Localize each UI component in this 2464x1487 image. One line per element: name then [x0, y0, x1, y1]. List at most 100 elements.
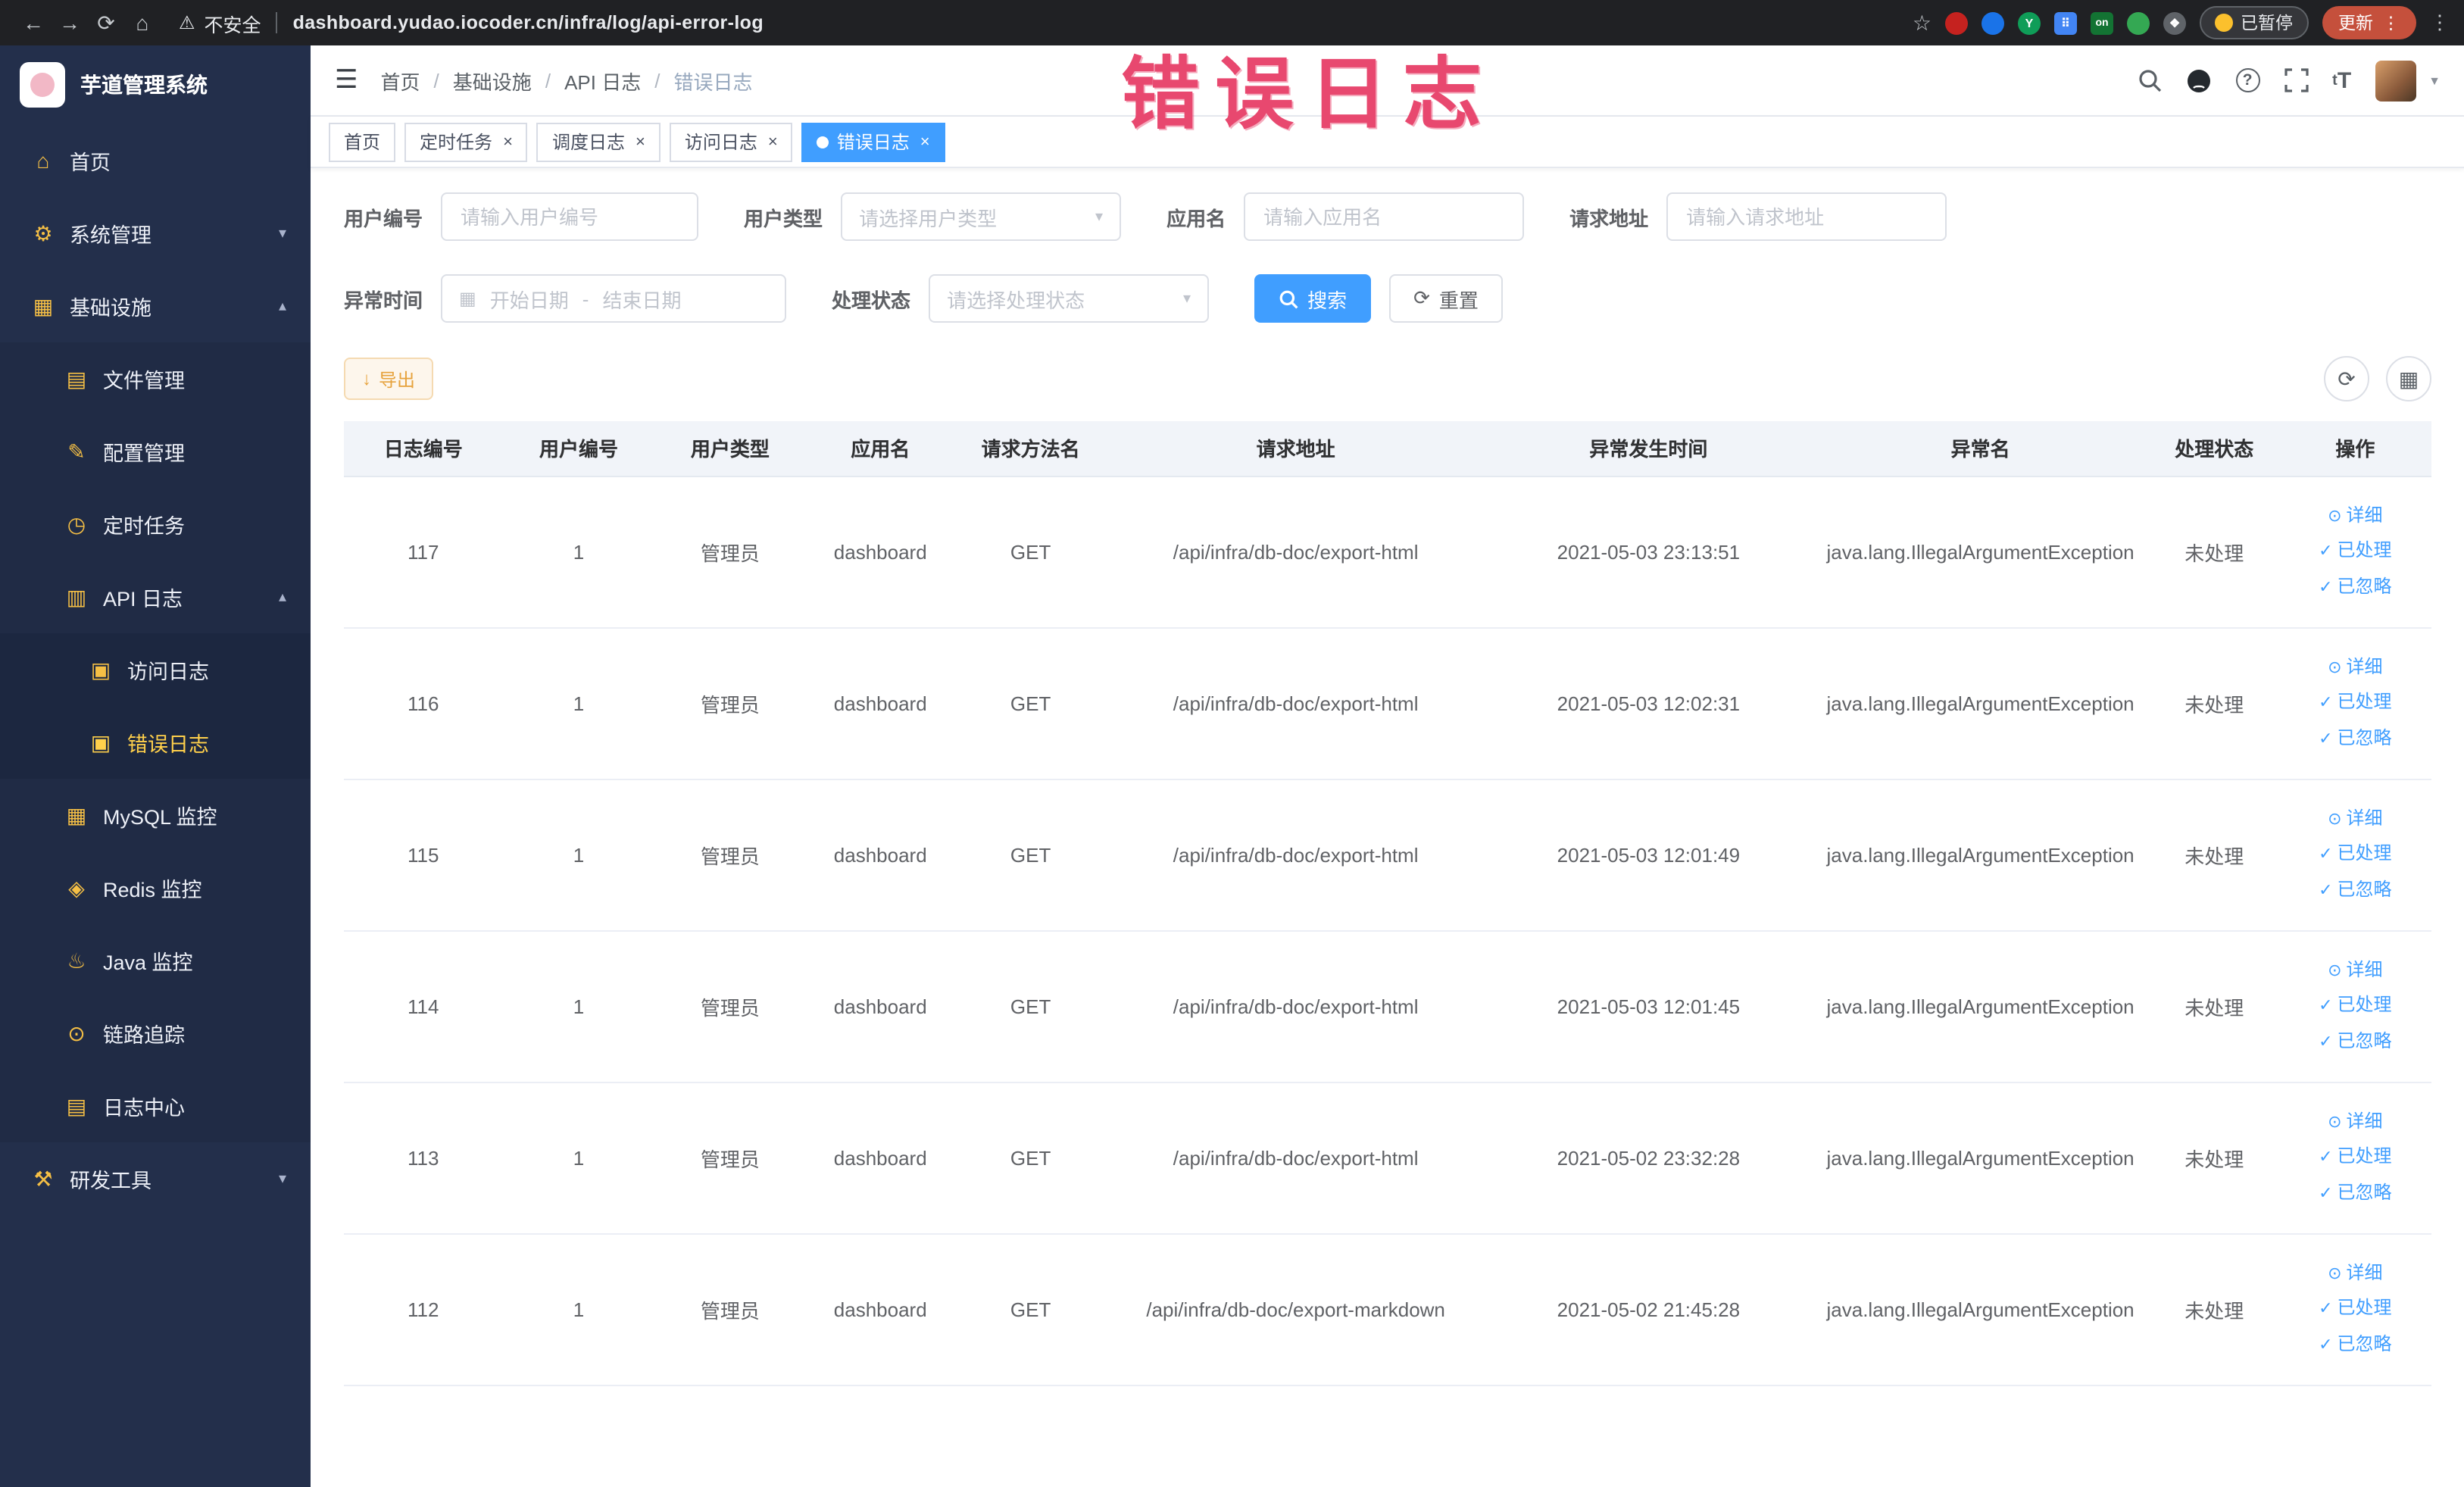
sidebar-item-infrastructure[interactable]: ▦ 基础设施 ▴ — [0, 270, 311, 342]
chevron-down-icon: ▾ — [278, 1170, 286, 1187]
forward-icon[interactable]: → — [52, 11, 88, 35]
cell-app-name: dashboard — [805, 1233, 956, 1385]
back-icon[interactable]: ← — [15, 11, 52, 35]
extension-icon-red[interactable] — [1945, 11, 1968, 34]
avatar-caret-icon[interactable]: ▼ — [2428, 73, 2441, 87]
processed-link[interactable]: ✓ 已处理 — [2288, 1140, 2422, 1176]
breadcrumb-infrastructure[interactable]: 基础设施 — [453, 66, 532, 95]
refresh-button[interactable]: ⟳ — [2324, 356, 2369, 401]
ignored-link[interactable]: ✓ 已忽略 — [2288, 1326, 2422, 1362]
user-id-input[interactable] — [441, 192, 699, 241]
search-button[interactable]: 搜索 — [1254, 274, 1372, 323]
processed-link[interactable]: ✓ 已处理 — [2288, 837, 2422, 873]
sidebar-item-scheduled-tasks[interactable]: ◷ 定时任务 — [0, 488, 311, 561]
tab-error-log[interactable]: 错误日志 × — [801, 122, 945, 161]
cell-time: 2021-05-03 23:13:51 — [1485, 476, 1812, 628]
eye-icon: ⊙ — [2328, 961, 2342, 980]
search-icon[interactable] — [2137, 68, 2161, 92]
status-select[interactable]: 请选择处理状态 ▾ — [929, 274, 1210, 323]
detail-link[interactable]: ⊙ 详细 — [2288, 801, 2422, 837]
cell-exception: java.lang.IllegalArgumentException — [1811, 627, 2150, 779]
chevron-down-icon: ▾ — [278, 225, 286, 242]
filter-app-name: 应用名 — [1166, 192, 1525, 241]
export-button[interactable]: ↓ 导出 — [344, 358, 434, 400]
request-url-input[interactable] — [1666, 192, 1947, 241]
user-type-select[interactable]: 请选择用户类型 ▾ — [841, 192, 1122, 241]
reset-button[interactable]: ⟳ 重置 — [1389, 274, 1503, 323]
ignored-link[interactable]: ✓ 已忽略 — [2288, 1023, 2422, 1059]
cell-app-name: dashboard — [805, 779, 956, 931]
tab-schedule-log[interactable]: 调度日志 × — [536, 122, 661, 161]
date-range-picker[interactable]: ▦ 开始日期 - 结束日期 — [441, 274, 787, 323]
cell-actions: ⊙ 详细 ✓ 已处理 ✓ 已忽略 — [2278, 1233, 2431, 1385]
sidebar-item-java-monitor[interactable]: ♨ Java 监控 — [0, 924, 311, 997]
sidebar-item-dev-tools[interactable]: ⚒ 研发工具 ▾ — [0, 1142, 311, 1215]
extension-icon-on-badge[interactable]: on — [2091, 11, 2113, 34]
sidebar-item-system-management[interactable]: ⚙ 系统管理 ▾ — [0, 197, 311, 270]
processed-link[interactable]: ✓ 已处理 — [2288, 989, 2422, 1024]
sidebar-item-home[interactable]: ⌂ 首页 — [0, 124, 311, 197]
paused-badge[interactable]: 已暂停 — [2200, 6, 2308, 39]
help-icon[interactable]: ? — [2235, 68, 2260, 92]
col-method: 请求方法名 — [955, 421, 1106, 476]
sidebar-item-error-log[interactable]: ▣ 错误日志 — [0, 706, 311, 779]
sidebar-item-mysql-monitor[interactable]: ▦ MySQL 监控 — [0, 779, 311, 851]
close-icon[interactable]: × — [920, 133, 930, 151]
infrastructure-icon: ▦ — [33, 293, 54, 317]
home-icon[interactable]: ⌂ — [124, 11, 161, 35]
reload-icon[interactable]: ⟳ — [88, 10, 124, 36]
breadcrumb-api-logs[interactable]: API 日志 — [564, 66, 641, 95]
breadcrumb-home[interactable]: 首页 — [381, 66, 420, 95]
app-name-input[interactable] — [1244, 192, 1525, 241]
app-logo[interactable]: 芋道管理系统 — [0, 45, 311, 124]
update-button[interactable]: 更新 ⋮ — [2322, 6, 2416, 39]
sidebar-item-config-management[interactable]: ✎ 配置管理 — [0, 415, 311, 488]
detail-link[interactable]: ⊙ 详细 — [2288, 1104, 2422, 1140]
page-content: 用户编号 用户类型 请选择用户类型 ▾ 应用名 — [311, 168, 2464, 1487]
url-bar[interactable]: dashboard.yudao.iocoder.cn/infra/log/api… — [293, 12, 764, 33]
breadcrumb-separator: / — [654, 69, 661, 92]
ignored-link[interactable]: ✓ 已忽略 — [2288, 720, 2422, 756]
config-edit-icon: ✎ — [67, 439, 86, 463]
tab-scheduled-tasks[interactable]: 定时任务 × — [404, 122, 528, 161]
sidebar-item-log-center[interactable]: ▤ 日志中心 — [0, 1070, 311, 1142]
processed-link[interactable]: ✓ 已处理 — [2288, 686, 2422, 721]
browser-menu-icon[interactable]: ⋮ — [2430, 11, 2450, 35]
github-icon[interactable] — [2185, 67, 2211, 93]
sidebar-item-access-log[interactable]: ▣ 访问日志 — [0, 633, 311, 706]
close-icon[interactable]: × — [503, 133, 513, 151]
cell-exception: java.lang.IllegalArgumentException — [1811, 476, 2150, 628]
user-avatar[interactable] — [2375, 60, 2417, 101]
sidebar: 芋道管理系统 ⌂ 首页 ⚙ 系统管理 ▾ ▦ 基础设施 ▴ ▤ 文件管理 ✎ 配… — [0, 45, 311, 1487]
detail-link[interactable]: ⊙ 详细 — [2288, 498, 2422, 534]
sidebar-item-api-logs[interactable]: ▥ API 日志 ▴ — [0, 561, 311, 633]
bookmark-star-icon[interactable]: ☆ — [1913, 10, 1932, 36]
close-icon[interactable]: × — [768, 133, 778, 151]
extension-icon-green-y[interactable]: Y — [2018, 11, 2041, 34]
sidebar-item-tracing[interactable]: ⊙ 链路追踪 — [0, 997, 311, 1070]
detail-link[interactable]: ⊙ 详细 — [2288, 1256, 2422, 1292]
cell-exception: java.lang.IllegalArgumentException — [1811, 1082, 2150, 1234]
tab-access-log[interactable]: 访问日志 × — [669, 122, 793, 161]
detail-link[interactable]: ⊙ 详细 — [2288, 953, 2422, 989]
ignored-link[interactable]: ✓ 已忽略 — [2288, 1175, 2422, 1211]
hamburger-icon[interactable]: ☰ — [335, 65, 358, 95]
tab-home[interactable]: 首页 — [329, 122, 396, 161]
processed-link[interactable]: ✓ 已处理 — [2288, 1292, 2422, 1327]
extensions-puzzle-icon[interactable]: ❖ — [2163, 11, 2186, 34]
column-settings-button[interactable]: ▦ — [2386, 356, 2431, 401]
sidebar-item-redis-monitor[interactable]: ◈ Redis 监控 — [0, 851, 311, 924]
detail-link[interactable]: ⊙ 详细 — [2288, 650, 2422, 686]
extension-icon-blue-grid[interactable]: ⠿ — [2054, 11, 2077, 34]
ignored-link[interactable]: ✓ 已忽略 — [2288, 569, 2422, 604]
extension-icon-green-leaf[interactable] — [2127, 11, 2150, 34]
security-indicator[interactable]: ⚠ 不安全 — [179, 8, 261, 37]
ignored-link[interactable]: ✓ 已忽略 — [2288, 872, 2422, 908]
sidebar-item-file-management[interactable]: ▤ 文件管理 — [0, 342, 311, 415]
extension-icon-blue-drop[interactable] — [1982, 11, 2004, 34]
refresh-icon: ⟳ — [1413, 286, 1430, 309]
close-icon[interactable]: × — [636, 133, 645, 151]
fullscreen-icon[interactable] — [2284, 68, 2308, 92]
font-size-icon[interactable]: tT — [2332, 67, 2351, 93]
processed-link[interactable]: ✓ 已处理 — [2288, 534, 2422, 570]
